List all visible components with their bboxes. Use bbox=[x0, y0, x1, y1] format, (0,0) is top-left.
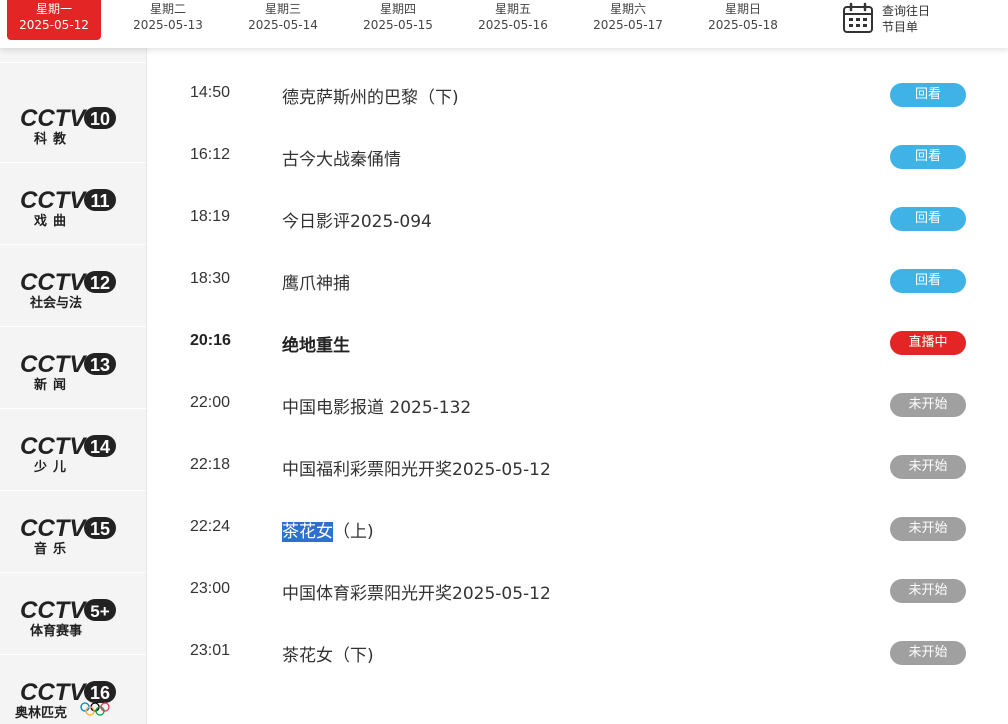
program-list: 14:50 德克萨斯州的巴黎（下) 回看 16:12 古今大战秦俑情 回看 18… bbox=[146, 62, 1008, 682]
date-tab[interactable]: 星期三 2025-05-14 bbox=[236, 0, 330, 40]
epg-page: 纪录 CCTV 10 科教 CCTV 11 戏曲 CCTV 12 bbox=[0, 0, 1008, 724]
weekday-label: 星期五 bbox=[494, 2, 531, 16]
query-label: 查询往日 节目单 bbox=[882, 3, 930, 35]
program-time: 22:24 bbox=[190, 518, 231, 535]
channel-number: 5+ bbox=[90, 602, 109, 621]
date-label: 2025-05-15 bbox=[363, 18, 433, 32]
channel-number: 11 bbox=[90, 191, 109, 211]
program-row[interactable]: 22:18 中国福利彩票阳光开奖2025-05-12 未开始 bbox=[146, 434, 1008, 496]
program-title: 中国体育彩票阳光开奖2025-05-12 bbox=[282, 584, 551, 604]
weekday-label: 星期四 bbox=[379, 2, 416, 16]
program-row[interactable]: 16:12 古今大战秦俑情 回看 bbox=[146, 124, 1008, 186]
date-tab[interactable]: 星期五 2025-05-16 bbox=[466, 0, 560, 40]
upcoming-badge: 未开始 bbox=[890, 517, 966, 541]
channel-number: 13 bbox=[90, 355, 110, 375]
channel-number: 16 bbox=[90, 683, 110, 703]
calendar-icon bbox=[843, 2, 873, 33]
program-title: 今日影评2025-094 bbox=[282, 212, 432, 232]
query-label-line1: 查询往日 bbox=[882, 4, 931, 18]
query-label-line2: 节目单 bbox=[882, 20, 919, 34]
channel-name: 科教 bbox=[33, 132, 72, 147]
weekday-label: 星期一 bbox=[35, 2, 72, 16]
channel-item-cctv13[interactable]: CCTV 13 新闻 bbox=[0, 328, 146, 409]
channel-number: 14 bbox=[90, 437, 110, 457]
date-label: 2025-05-18 bbox=[708, 18, 778, 32]
program-time: 22:00 bbox=[190, 394, 231, 411]
date-tab[interactable]: 星期四 2025-05-15 bbox=[351, 0, 445, 40]
program-time: 18:19 bbox=[190, 208, 231, 225]
upcoming-badge: 未开始 bbox=[890, 579, 966, 603]
upcoming-badge: 未开始 bbox=[890, 455, 966, 479]
weekday-label: 星期六 bbox=[609, 2, 646, 16]
date-label: 2025-05-14 bbox=[248, 18, 318, 32]
weekday-label: 星期三 bbox=[264, 2, 301, 16]
program-time: 23:01 bbox=[190, 642, 231, 659]
weekday-label: 星期二 bbox=[149, 2, 186, 16]
channel-number: 12 bbox=[90, 273, 110, 293]
program-time: 22:18 bbox=[190, 456, 231, 473]
program-title: 鹰爪神捕 bbox=[282, 274, 350, 294]
program-title: 德克萨斯州的巴黎（下) bbox=[282, 88, 459, 108]
program-time: 23:00 bbox=[190, 580, 231, 597]
replay-button[interactable]: 回看 bbox=[890, 207, 966, 231]
program-title: 茶花女（上) bbox=[282, 517, 374, 542]
program-title: 绝地重生 bbox=[282, 336, 350, 356]
channel-sidebar: 纪录 CCTV 10 科教 CCTV 11 戏曲 CCTV 12 bbox=[0, 0, 147, 724]
date-label: 2025-05-16 bbox=[478, 18, 548, 32]
program-time: 14:50 bbox=[190, 84, 231, 101]
program-row[interactable]: 23:00 中国体育彩票阳光开奖2025-05-12 未开始 bbox=[146, 558, 1008, 620]
program-time: 20:16 bbox=[190, 332, 231, 349]
program-title-rest: （上) bbox=[333, 522, 374, 542]
replay-button[interactable]: 回看 bbox=[890, 145, 966, 169]
live-badge[interactable]: 直播中 bbox=[890, 331, 966, 355]
channel-number: 10 bbox=[90, 109, 110, 129]
channel-name: 体育赛事 bbox=[29, 624, 82, 639]
program-row[interactable]: 23:01 茶花女（下) 未开始 bbox=[146, 620, 1008, 682]
olympic-rings-icon bbox=[80, 702, 110, 716]
program-time: 16:12 bbox=[190, 146, 231, 163]
upcoming-badge: 未开始 bbox=[890, 641, 966, 665]
date-label: 2025-05-13 bbox=[133, 18, 203, 32]
weekday-label: 星期日 bbox=[724, 2, 761, 16]
program-title: 中国电影报道 2025-132 bbox=[282, 398, 472, 418]
replay-button[interactable]: 回看 bbox=[890, 269, 966, 293]
channel-name: 戏曲 bbox=[33, 214, 72, 229]
selected-text: 茶花女 bbox=[282, 522, 333, 542]
program-time: 18:30 bbox=[190, 270, 231, 287]
program-title: 古今大战秦俑情 bbox=[282, 150, 401, 170]
replay-button[interactable]: 回看 bbox=[890, 83, 966, 107]
program-row[interactable]: 14:50 德克萨斯州的巴黎（下) 回看 bbox=[146, 62, 1008, 124]
channel-name: 社会与法 bbox=[29, 296, 82, 311]
channel-item-cctv5plus[interactable]: CCTV 5+ 体育赛事 bbox=[0, 574, 146, 655]
channel-item-cctv15[interactable]: CCTV 15 音乐 bbox=[0, 492, 146, 573]
channel-name: 少儿 bbox=[33, 460, 72, 475]
channel-name: 音乐 bbox=[33, 542, 72, 557]
program-row[interactable]: 22:24 茶花女（上) 未开始 bbox=[146, 496, 1008, 558]
date-tab[interactable]: 星期二 2025-05-13 bbox=[121, 0, 215, 40]
date-navigation: 星期一 2025-05-12 星期二 2025-05-13 星期三 2025-0… bbox=[0, 0, 1008, 48]
channel-number: 15 bbox=[90, 519, 110, 539]
channel-name: 奥林匹克 bbox=[14, 706, 67, 721]
program-title: 中国福利彩票阳光开奖2025-05-12 bbox=[282, 460, 551, 480]
upcoming-badge: 未开始 bbox=[890, 393, 966, 417]
query-past-schedule-button[interactable]: 查询往日 节目单 bbox=[842, 2, 952, 38]
program-row-live[interactable]: 20:16 绝地重生 直播中 bbox=[146, 310, 1008, 372]
channel-item-cctv16[interactable]: CCTV 16 奥林匹克 bbox=[0, 656, 146, 724]
date-label: 2025-05-12 bbox=[19, 18, 89, 32]
program-row[interactable]: 18:30 鹰爪神捕 回看 bbox=[146, 248, 1008, 310]
date-label: 2025-05-17 bbox=[593, 18, 663, 32]
program-row[interactable]: 18:19 今日影评2025-094 回看 bbox=[146, 186, 1008, 248]
channel-item-cctv10[interactable]: CCTV 10 科教 bbox=[0, 82, 146, 163]
date-tab[interactable]: 星期六 2025-05-17 bbox=[581, 0, 675, 40]
channel-item-cctv11[interactable]: CCTV 11 戏曲 bbox=[0, 164, 146, 245]
date-tab[interactable]: 星期日 2025-05-18 bbox=[696, 0, 790, 40]
channel-item-cctv14[interactable]: CCTV 14 少儿 bbox=[0, 410, 146, 491]
program-title: 茶花女（下) bbox=[282, 646, 374, 666]
program-row[interactable]: 22:00 中国电影报道 2025-132 未开始 bbox=[146, 372, 1008, 434]
channel-name: 新闻 bbox=[33, 378, 72, 393]
date-tab-active[interactable]: 星期一 2025-05-12 bbox=[7, 0, 101, 40]
channel-item-cctv12[interactable]: CCTV 12 社会与法 bbox=[0, 246, 146, 327]
